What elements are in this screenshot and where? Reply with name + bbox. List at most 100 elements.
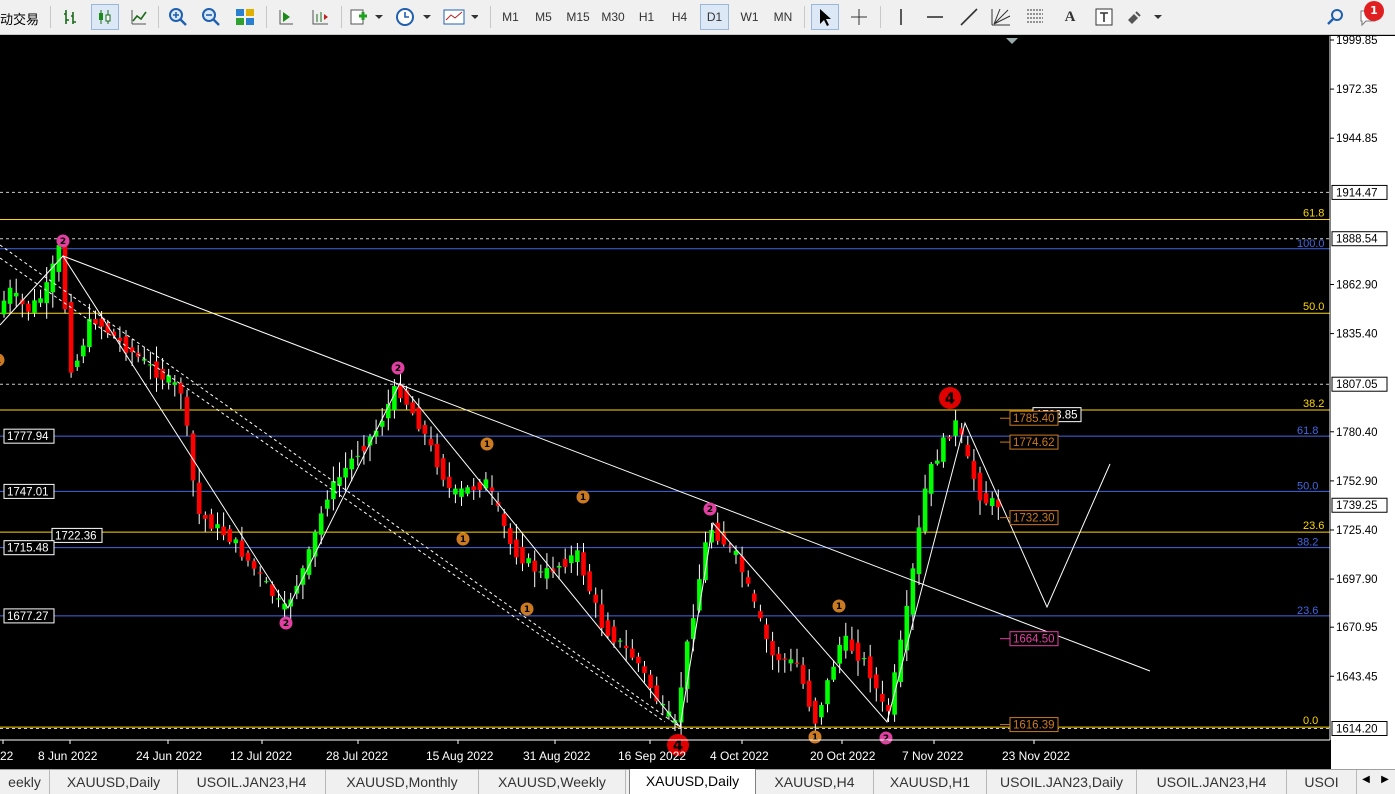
- chart-tab[interactable]: XAUUSD,H1: [874, 770, 987, 794]
- bull-candle: [142, 359, 147, 361]
- bear-candle: [593, 594, 598, 603]
- bear-candle: [404, 390, 409, 405]
- bear-candle: [532, 560, 537, 572]
- right-price-label: 1664.50: [1013, 634, 1055, 646]
- bull-candle: [264, 581, 269, 583]
- text-icon[interactable]: A: [1056, 4, 1084, 30]
- bear-candle: [642, 666, 647, 674]
- toolbar-separator: [490, 6, 491, 28]
- bull-candle: [50, 263, 56, 293]
- timeframe-h4-button[interactable]: H4: [666, 4, 693, 30]
- chart-shift-icon[interactable]: [306, 4, 334, 30]
- new-order-icon[interactable]: [347, 4, 385, 30]
- left-price-label: 1747.01: [7, 486, 49, 498]
- chart-tab[interactable]: USOIL.JAN23,H4: [1137, 770, 1287, 794]
- candle-chart-icon[interactable]: [91, 4, 119, 30]
- gann-fan-icon[interactable]: [987, 4, 1015, 30]
- wave-label-text: 2: [707, 505, 713, 515]
- bull-candle: [318, 513, 324, 535]
- chart-tab[interactable]: XAUUSD,H4: [756, 770, 874, 794]
- chart-tab[interactable]: USOIL.JAN23,H4: [178, 770, 326, 794]
- bear-candle: [587, 571, 592, 592]
- horizontal-line-icon[interactable]: [921, 4, 949, 30]
- timeframe-h1-button[interactable]: H1: [633, 4, 660, 30]
- bear-candle: [251, 561, 257, 569]
- bear-candle: [715, 522, 720, 541]
- timeframe-w1-button[interactable]: W1: [735, 4, 764, 30]
- bear-candle: [428, 438, 434, 446]
- bear-candle: [508, 528, 513, 544]
- bear-candle: [782, 658, 788, 660]
- trendline-icon[interactable]: [955, 4, 983, 30]
- price-tag-label: 1914.47: [1336, 187, 1378, 199]
- clock-icon[interactable]: [393, 4, 433, 30]
- bear-candle: [489, 487, 495, 492]
- timeframe-d1-button[interactable]: D1: [700, 4, 729, 30]
- chat-icon[interactable]: 1: [1355, 1, 1384, 30]
- bear-candle: [648, 674, 653, 689]
- crosshair-icon[interactable]: [845, 4, 873, 30]
- auto-trading-label[interactable]: 动交易: [0, 9, 39, 28]
- vertical-line-icon[interactable]: [887, 4, 915, 30]
- timeframe-m30-button[interactable]: M30: [597, 4, 629, 30]
- y-axis-label: 1780.40: [1336, 427, 1378, 439]
- bear-candle: [813, 700, 818, 724]
- y-axis-label: 1944.85: [1336, 133, 1378, 145]
- chart-tab[interactable]: USOI: [1287, 770, 1357, 794]
- price-chart[interactable]: 61.8 50.0 38.2 23.6 0.0 100.0 61.8 50.0 38.2 23.6…: [0, 36, 1395, 769]
- price-tag-label: 1807.05: [1336, 379, 1378, 391]
- autoscroll-icon[interactable]: [273, 4, 299, 30]
- bear-candle: [398, 385, 403, 399]
- tab-scroll-right-icon[interactable]: ▶: [1376, 774, 1394, 790]
- bear-candle: [971, 460, 977, 479]
- bear-candle: [727, 545, 733, 547]
- bear-candle: [416, 407, 422, 430]
- x-axis-label: 20 Oct 2022: [810, 749, 876, 763]
- fib-level-label: 100.0: [1297, 238, 1325, 250]
- bull-candle: [989, 498, 995, 506]
- y-axis-label: 1670.95: [1336, 622, 1378, 634]
- toolbar-separator: [341, 6, 342, 28]
- timeframe-mn-button[interactable]: MN: [768, 4, 798, 30]
- search-icon[interactable]: [1322, 4, 1348, 30]
- text-label-icon[interactable]: [1090, 4, 1118, 30]
- cursor-icon[interactable]: [811, 4, 839, 30]
- template-icon[interactable]: [440, 4, 480, 30]
- bar-chart-icon[interactable]: [58, 4, 84, 30]
- chart-tab[interactable]: eekly: [0, 770, 50, 794]
- chart-tab[interactable]: XAUUSD,Daily: [629, 769, 756, 794]
- shapes-icon[interactable]: [1124, 4, 1166, 30]
- y-axis-label: 1643.45: [1336, 671, 1378, 683]
- line-chart-icon[interactable]: [126, 4, 152, 30]
- right-price-label: 1616.39: [1013, 720, 1055, 732]
- bull-candle: [788, 659, 794, 664]
- bear-candle: [605, 620, 611, 636]
- bull-candle: [569, 555, 574, 564]
- zoom-in-icon[interactable]: [165, 4, 191, 30]
- timeframe-m5-button[interactable]: M5: [530, 4, 557, 30]
- bull-candle: [941, 437, 946, 462]
- zoom-out-icon[interactable]: [198, 4, 224, 30]
- tab-scroll-left-icon[interactable]: ◀: [1357, 774, 1375, 790]
- tile-windows-icon[interactable]: [232, 4, 258, 30]
- wave-label-text: 1: [524, 605, 530, 615]
- chart-tab[interactable]: XAUUSD,Daily: [50, 770, 178, 794]
- bull-candle: [233, 539, 239, 544]
- bear-candle: [178, 383, 184, 394]
- chart-tab[interactable]: USOIL.JAN23,Daily: [987, 770, 1137, 794]
- bull-candle: [904, 605, 910, 651]
- right-price-label: 1732.30: [1013, 513, 1055, 525]
- toolbar-separator: [50, 6, 51, 28]
- fibonacci-icon[interactable]: [1022, 4, 1050, 30]
- chart-tab[interactable]: XAUUSD,Weekly: [479, 770, 626, 794]
- timeframe-m1-button[interactable]: M1: [497, 4, 524, 30]
- bull-candle: [44, 282, 49, 304]
- bear-candle: [422, 425, 428, 434]
- chart-tab[interactable]: XAUUSD,Monthly: [326, 770, 479, 794]
- x-axis-label: 15 Aug 2022: [426, 749, 494, 763]
- toolbar-separator: [804, 6, 805, 28]
- bear-candle: [239, 540, 245, 557]
- price-tag-label: 1888.54: [1336, 234, 1378, 246]
- timeframe-m15-button[interactable]: M15: [562, 4, 594, 30]
- bear-candle: [361, 445, 367, 451]
